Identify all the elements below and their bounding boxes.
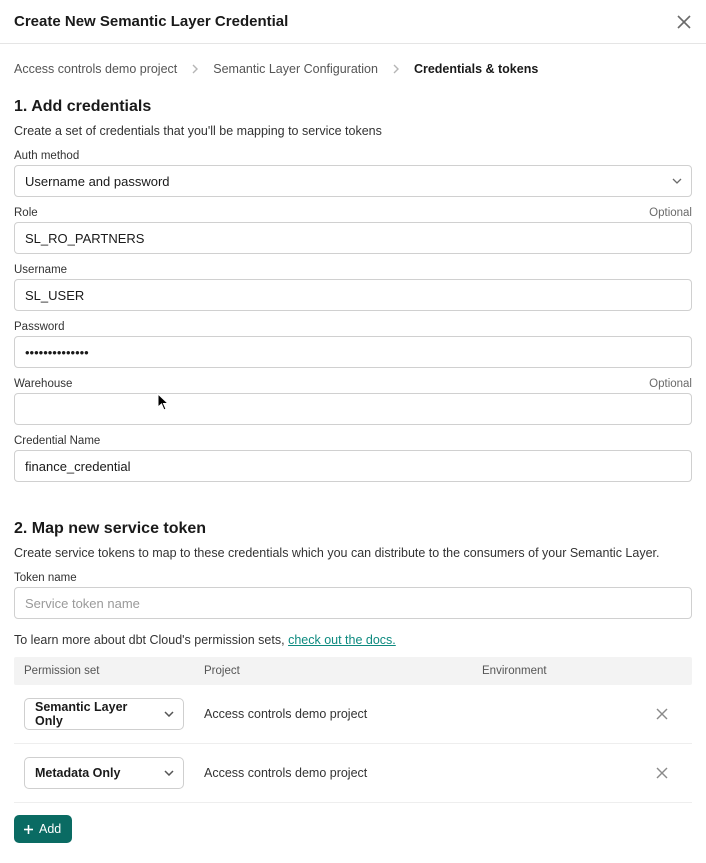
auth-method-label: Auth method bbox=[14, 150, 79, 162]
breadcrumb: Access controls demo project Semantic La… bbox=[14, 44, 692, 98]
password-label: Password bbox=[14, 321, 65, 333]
add-button[interactable]: Add bbox=[14, 815, 72, 843]
permission-table: Permission set Project Environment Seman… bbox=[14, 657, 692, 803]
warehouse-input[interactable] bbox=[14, 393, 692, 425]
project-cell: Access controls demo project bbox=[204, 766, 482, 780]
optional-tag: Optional bbox=[649, 207, 692, 219]
breadcrumb-item-3: Credentials & tokens bbox=[414, 62, 538, 76]
col-header-environment: Environment bbox=[482, 665, 642, 677]
warehouse-label: Warehouse bbox=[14, 378, 72, 390]
chevron-down-icon bbox=[164, 711, 174, 717]
table-row: Metadata Only Access controls demo proje… bbox=[14, 744, 692, 803]
optional-tag: Optional bbox=[649, 378, 692, 390]
chevron-right-icon bbox=[192, 64, 198, 74]
chevron-right-icon bbox=[393, 64, 399, 74]
credential-name-label: Credential Name bbox=[14, 435, 100, 447]
username-input[interactable] bbox=[14, 279, 692, 311]
token-name-label: Token name bbox=[14, 572, 77, 584]
close-icon[interactable] bbox=[676, 14, 692, 30]
section-title-credentials: 1. Add credentials bbox=[14, 98, 692, 116]
breadcrumb-item-2[interactable]: Semantic Layer Configuration bbox=[213, 62, 378, 76]
permission-set-select[interactable]: Metadata Only bbox=[24, 757, 184, 789]
role-label: Role bbox=[14, 207, 38, 219]
chevron-down-icon bbox=[164, 770, 174, 776]
delete-row-icon[interactable] bbox=[642, 708, 682, 720]
token-name-input[interactable] bbox=[14, 587, 692, 619]
project-cell: Access controls demo project bbox=[204, 707, 482, 721]
section-desc-token: Create service tokens to map to these cr… bbox=[14, 546, 692, 560]
permission-set-select[interactable]: Semantic Layer Only bbox=[24, 698, 184, 730]
modal-title: Create New Semantic Layer Credential bbox=[14, 13, 288, 30]
table-row: Semantic Layer Only Access controls demo… bbox=[14, 685, 692, 744]
delete-row-icon[interactable] bbox=[642, 767, 682, 779]
plus-icon bbox=[23, 824, 34, 835]
col-header-project: Project bbox=[204, 665, 482, 677]
breadcrumb-item-1[interactable]: Access controls demo project bbox=[14, 62, 177, 76]
docs-text: To learn more about dbt Cloud's permissi… bbox=[14, 633, 692, 647]
password-input[interactable] bbox=[14, 336, 692, 368]
role-input[interactable] bbox=[14, 222, 692, 254]
docs-link[interactable]: check out the docs. bbox=[288, 633, 396, 647]
credential-name-input[interactable] bbox=[14, 450, 692, 482]
col-header-permission-set: Permission set bbox=[24, 665, 204, 677]
username-label: Username bbox=[14, 264, 67, 276]
auth-method-select[interactable] bbox=[14, 165, 692, 197]
section-desc-credentials: Create a set of credentials that you'll … bbox=[14, 124, 692, 138]
section-title-token: 2. Map new service token bbox=[14, 520, 692, 538]
